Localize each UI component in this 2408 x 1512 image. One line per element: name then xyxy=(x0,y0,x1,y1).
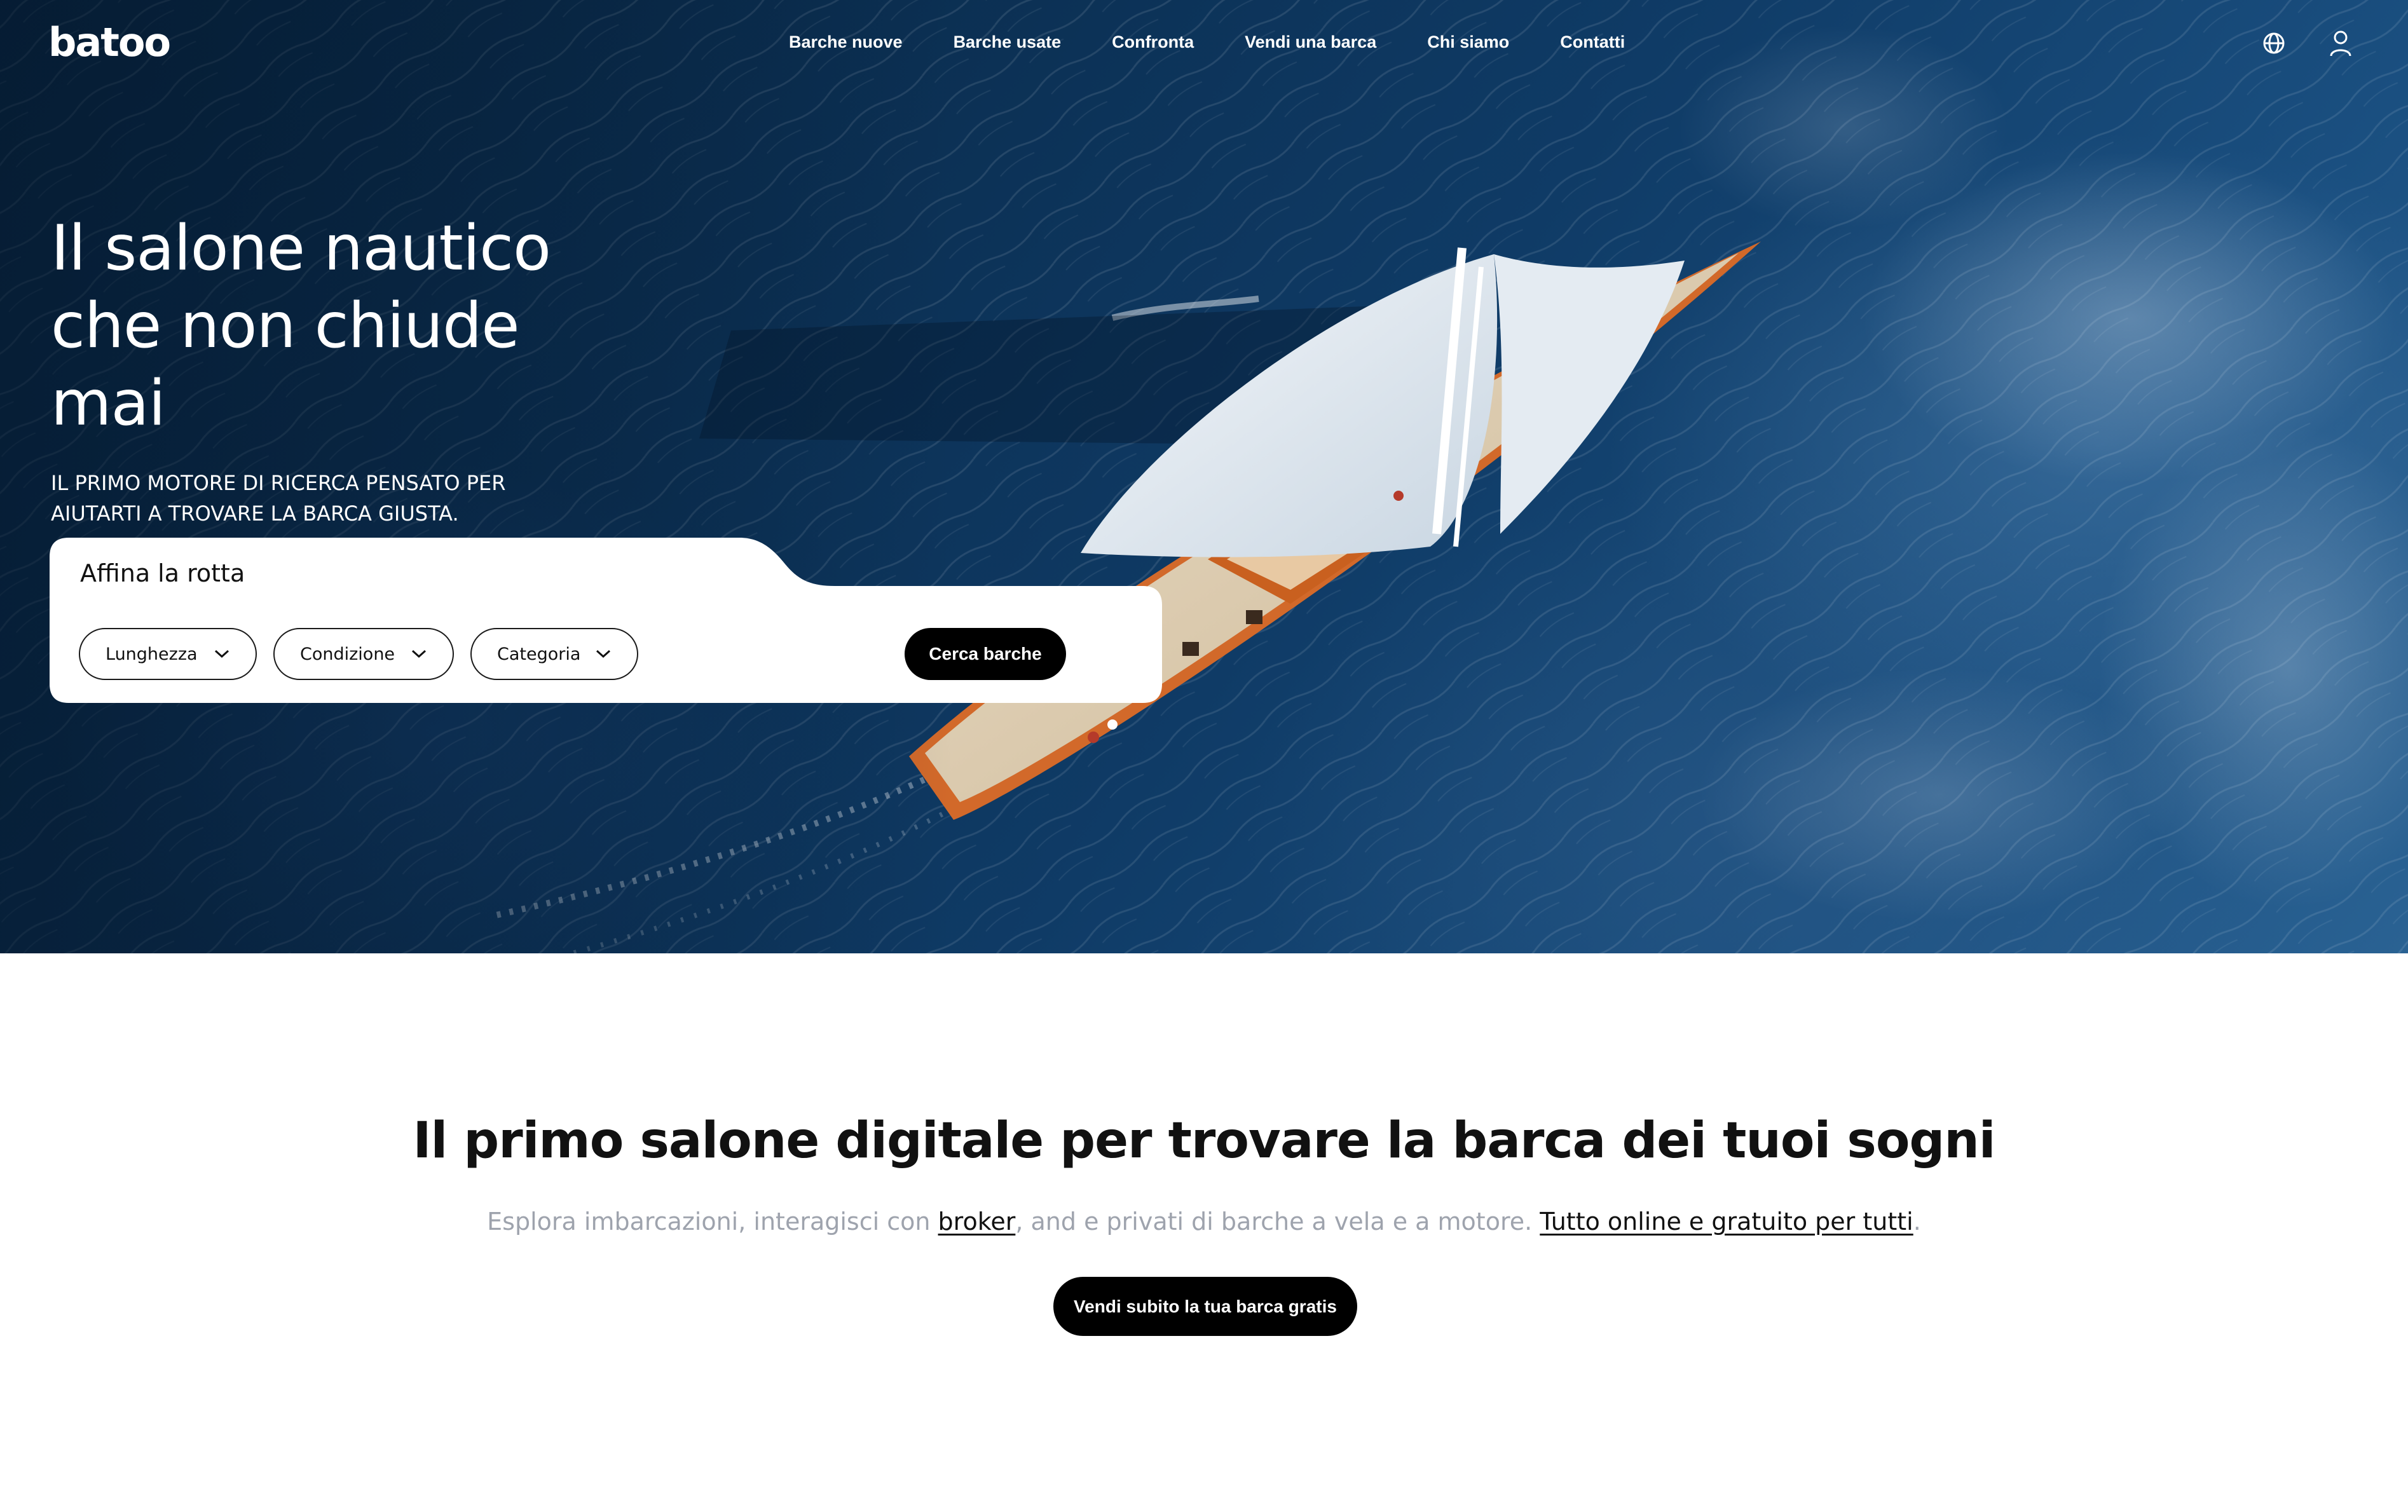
language-button[interactable] xyxy=(2256,25,2292,61)
sell-boat-cta-button[interactable]: Vendi subito la tua barca gratis xyxy=(1053,1277,1357,1336)
nav-confronta[interactable]: Confronta xyxy=(1112,32,1194,52)
nav-contatti[interactable]: Contatti xyxy=(1560,32,1625,52)
nav-chi-siamo[interactable]: Chi siamo xyxy=(1427,32,1509,52)
globe-icon xyxy=(2263,32,2285,54)
batoo-logo[interactable]: batoo xyxy=(48,19,171,65)
chevron-down-icon xyxy=(214,650,229,658)
intro-title: Il primo salone digitale per trovare la … xyxy=(413,1112,1995,1169)
chevron-down-icon xyxy=(411,650,427,658)
main-nav: Barche nuove Barche usate Confronta Vend… xyxy=(789,28,1625,56)
filter-lunghezza-dropdown[interactable]: Lunghezza xyxy=(79,628,257,680)
account-button[interactable] xyxy=(2323,25,2358,61)
hero-subtitle: IL PRIMO MOTORE DI RICERCA PENSATO PER A… xyxy=(51,471,506,526)
filter-lunghezza-label: Lunghezza xyxy=(106,644,198,664)
intro-desc-text-1: Esplora imbarcazioni, interagisci con xyxy=(487,1208,938,1236)
filter-condizione-label: Condizione xyxy=(300,644,395,664)
intro-description: Esplora imbarcazioni, interagisci con br… xyxy=(0,1208,2408,1236)
hero-title: Il salone nautico che non chiude mai xyxy=(51,212,551,440)
chevron-down-icon xyxy=(596,650,611,658)
search-boats-button[interactable]: Cerca barche xyxy=(905,628,1066,680)
search-card-title: Affina la rotta xyxy=(80,559,245,587)
intro-desc-text-3: . xyxy=(1913,1208,1921,1236)
intro-desc-text-2: , and e privati di barche a vela e a mot… xyxy=(1015,1208,1540,1236)
filter-condizione-dropdown[interactable]: Condizione xyxy=(273,628,454,680)
filter-categoria-label: Categoria xyxy=(497,644,581,664)
search-card: Affina la rotta Lunghezza Condizione Cat… xyxy=(50,538,1162,703)
nav-vendi-una-barca[interactable]: Vendi una barca xyxy=(1245,32,1376,52)
nav-barche-nuove[interactable]: Barche nuove xyxy=(789,32,903,52)
user-icon xyxy=(2330,31,2351,57)
filter-categoria-dropdown[interactable]: Categoria xyxy=(470,628,638,680)
nav-barche-usate[interactable]: Barche usate xyxy=(954,32,1062,52)
free-online-link[interactable]: Tutto online e gratuito per tutti xyxy=(1540,1208,1913,1236)
broker-link[interactable]: broker xyxy=(938,1208,1016,1236)
